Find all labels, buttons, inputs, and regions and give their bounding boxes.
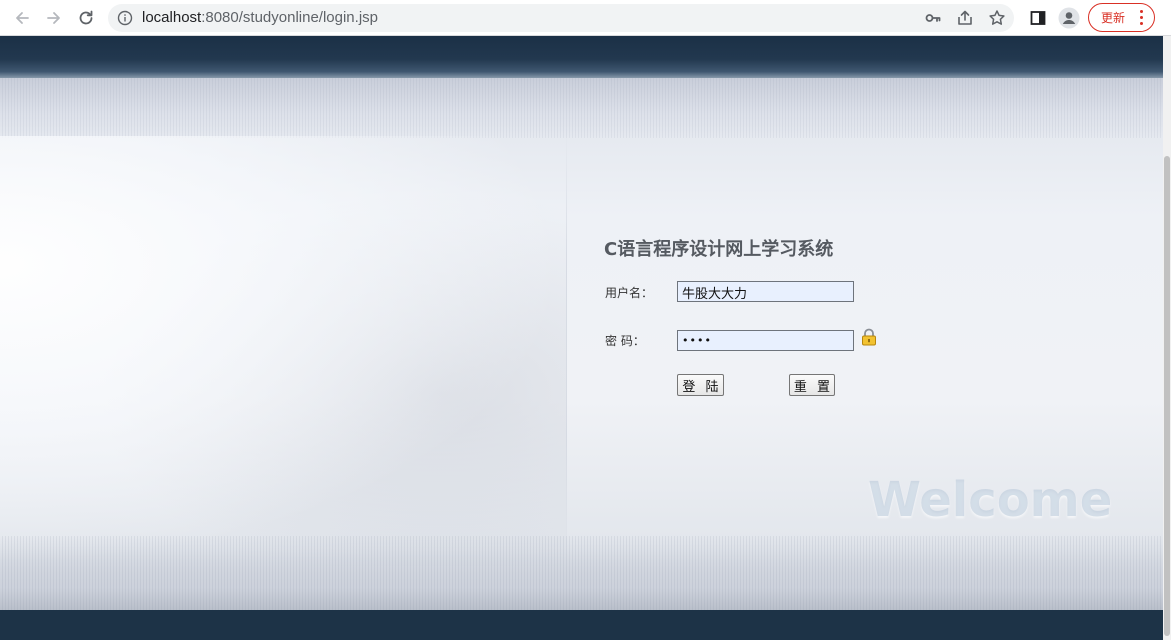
key-icon[interactable] (924, 9, 942, 27)
address-bar[interactable]: localhost:8080/studyonline/login.jsp (108, 4, 1014, 32)
update-button[interactable]: 更新 (1088, 3, 1155, 32)
lock-icon (861, 328, 877, 346)
url-text: localhost:8080/studyonline/login.jsp (142, 9, 378, 26)
footer-stripes (0, 536, 1163, 610)
password-input[interactable]: •••• (677, 330, 854, 351)
panel-divider (566, 126, 567, 576)
update-label: 更新 (1101, 11, 1126, 25)
side-panel-icon[interactable] (1027, 7, 1049, 29)
password-mask: •••• (682, 334, 712, 347)
username-input[interactable]: 牛股大大力 (677, 281, 854, 302)
header-band (0, 36, 1163, 78)
back-icon[interactable] (10, 6, 34, 30)
star-icon[interactable] (988, 9, 1006, 27)
url-path: :8080/studyonline/login.jsp (201, 9, 378, 26)
forward-icon[interactable] (42, 6, 66, 30)
reload-icon[interactable] (74, 6, 98, 30)
share-icon[interactable] (956, 9, 974, 27)
left-panel-background (0, 136, 566, 566)
password-label: 密 码： (605, 334, 645, 348)
system-title: C语言程序设计网上学习系统 (604, 239, 834, 260)
header-stripes (0, 78, 1163, 138)
menu-dots-icon[interactable] (1140, 10, 1144, 26)
page-viewport: Welcome C语言程序设计网上学习系统 用户名： 牛股大大力 密 码： ••… (0, 36, 1163, 640)
username-label: 用户名： (605, 286, 654, 300)
reset-button[interactable]: 重 置 (789, 374, 835, 396)
info-icon[interactable] (116, 9, 134, 27)
page-scrollbar[interactable] (1163, 36, 1171, 640)
url-host: localhost (142, 9, 202, 26)
login-button[interactable]: 登 陆 (677, 374, 724, 396)
scrollbar-thumb[interactable] (1164, 156, 1170, 636)
browser-toolbar: localhost:8080/studyonline/login.jsp 更新 (0, 0, 1171, 36)
footer-band (0, 610, 1163, 640)
username-value: 牛股大大力 (682, 287, 748, 302)
welcome-watermark: Welcome (868, 472, 1113, 528)
profile-icon[interactable] (1058, 7, 1080, 29)
